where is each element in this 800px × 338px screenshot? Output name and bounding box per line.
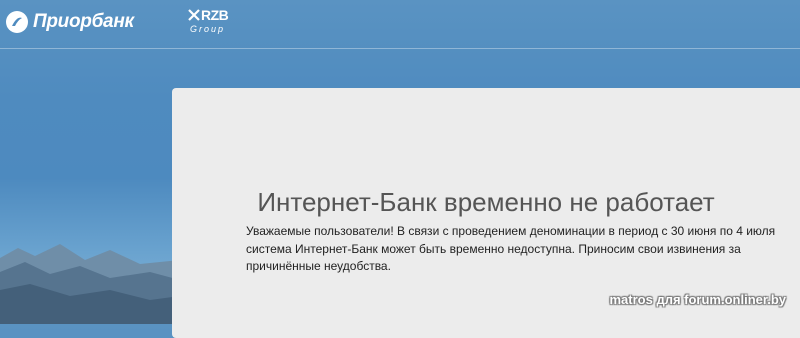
bank-logo[interactable]: Приорбанк bbox=[6, 8, 134, 36]
notice-title: Интернет-Банк временно не работает bbox=[257, 187, 715, 218]
rzb-logo-icon: RZB Group bbox=[188, 7, 240, 37]
site-header: Приорбанк RZB Group bbox=[0, 0, 800, 49]
priorbank-emblem-icon bbox=[6, 11, 28, 33]
forum-watermark: matros для forum.onliner.by bbox=[609, 292, 786, 307]
mountain-background bbox=[0, 244, 180, 324]
partner-group-text: Group bbox=[190, 24, 226, 34]
partner-logo-text: RZB bbox=[201, 7, 229, 23]
bank-name: Приорбанк bbox=[33, 11, 134, 32]
notice-message: Уважаемые пользователи! В связи с провед… bbox=[246, 224, 776, 273]
